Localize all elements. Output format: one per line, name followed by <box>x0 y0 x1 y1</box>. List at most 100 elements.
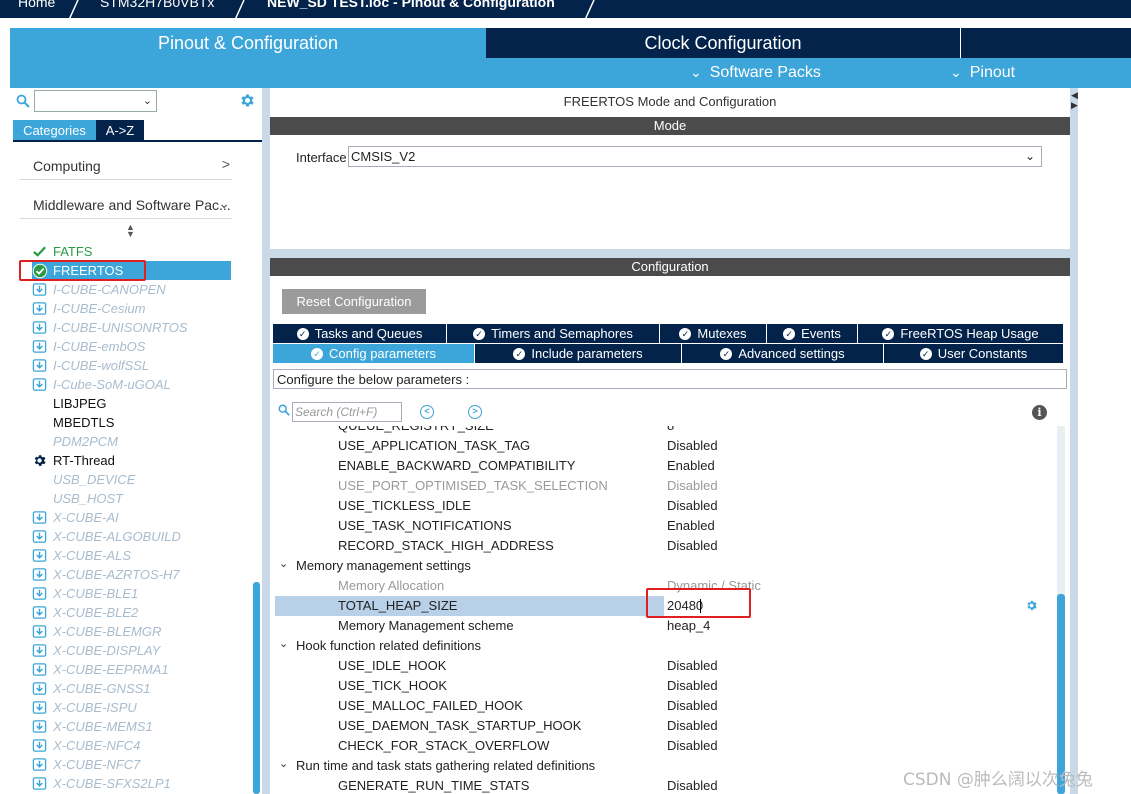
list-item[interactable]: X-CUBE-AI <box>32 508 232 527</box>
list-item[interactable]: I-CUBE-embOS <box>32 337 232 356</box>
config-tab[interactable]: ✓ Events <box>767 324 858 343</box>
search-combo[interactable]: ⌄ <box>34 90 157 112</box>
download-icon <box>32 320 48 336</box>
parameter-scrollbar[interactable] <box>1057 426 1065 794</box>
list-item[interactable]: I-Cube-SoM-uGOAL <box>32 375 232 394</box>
gear-icon[interactable] <box>239 92 256 109</box>
panel-divider[interactable] <box>262 88 270 794</box>
config-tab[interactable]: ✓ FreeRTOS Heap Usage <box>858 324 1064 343</box>
config-tab-label: Advanced settings <box>738 346 845 361</box>
list-item[interactable]: X-CUBE-NFC4 <box>32 736 232 755</box>
list-item[interactable]: I-CUBE-wolfSSL <box>32 356 232 375</box>
pinout-menu[interactable]: ⌄ Pinout <box>950 64 1015 82</box>
reset-configuration-button[interactable]: Reset Configuration <box>282 289 426 314</box>
list-item[interactable]: I-CUBE-UNISONRTOS <box>32 318 232 337</box>
list-item[interactable]: X-CUBE-ALS <box>32 546 232 565</box>
param-row[interactable]: ENABLE_BACKWARD_COMPATIBILITY Enabled <box>275 456 1055 476</box>
tab-categories[interactable]: Categories <box>13 120 96 140</box>
list-item[interactable]: X-CUBE-ALGOBUILD <box>32 527 232 546</box>
config-tab[interactable]: ✓ Mutexes <box>660 324 767 343</box>
mode-header: Mode <box>270 117 1070 135</box>
section-divider[interactable] <box>270 249 1070 258</box>
config-tab[interactable]: ✓ Include parameters <box>475 344 682 363</box>
list-item[interactable]: X-CUBE-EEPRMA1 <box>32 660 232 679</box>
list-item[interactable]: X-CUBE-SFXS2LP1 <box>32 774 232 793</box>
param-row[interactable]: USE_TASK_NOTIFICATIONS Enabled <box>275 516 1055 536</box>
list-item[interactable]: USB_HOST <box>32 489 232 508</box>
list-item[interactable]: X-CUBE-NFC7 <box>32 755 232 774</box>
chevron-down-icon: ⌄ <box>950 64 962 80</box>
mode-configuration-panel: FREERTOS Mode and Configuration Mode Int… <box>270 88 1070 794</box>
breadcrumb-device[interactable]: STM32H7B0VBTx <box>100 0 214 10</box>
list-item[interactable]: MBEDTLS <box>32 413 232 432</box>
param-row[interactable]: USE_IDLE_HOOK Disabled <box>275 656 1055 676</box>
list-item[interactable]: X-CUBE-AZRTOS-H7 <box>32 565 232 584</box>
category-computing[interactable]: Computing > <box>20 150 232 180</box>
list-item[interactable]: X-CUBE-BLE1 <box>32 584 232 603</box>
download-icon <box>32 377 48 393</box>
param-value: Disabled <box>667 718 718 733</box>
param-row[interactable]: USE_APPLICATION_TASK_TAG Disabled <box>275 436 1055 456</box>
chevron-down-icon[interactable]: ⌄ <box>279 637 288 650</box>
config-tab[interactable]: ✓ User Constants <box>884 344 1064 363</box>
param-row[interactable]: CHECK_FOR_STACK_OVERFLOW Disabled <box>275 736 1055 756</box>
list-item[interactable]: I-CUBE-Cesium <box>32 299 232 318</box>
param-group[interactable]: ⌄ Memory management settings <box>275 556 1055 576</box>
param-search-input[interactable]: Search (Ctrl+F) <box>292 402 402 422</box>
param-row[interactable]: RECORD_STACK_HIGH_ADDRESS Disabled <box>275 536 1055 556</box>
param-row[interactable]: Memory Management scheme heap_4 <box>275 616 1055 636</box>
chevron-down-icon[interactable]: ⌄ <box>279 557 288 570</box>
list-item[interactable]: X-CUBE-BLE2 <box>32 603 232 622</box>
list-item[interactable]: X-CUBE-BLEMGR <box>32 622 232 641</box>
scrollbar-thumb[interactable] <box>1057 594 1065 794</box>
tab-underline <box>13 140 262 142</box>
tab-a-to-z[interactable]: A->Z <box>96 120 144 140</box>
param-row[interactable]: QUEUE_REGISTRY_SIZE 8 <box>275 426 1055 436</box>
tab-pinout-configuration[interactable]: Pinout & Configuration <box>10 28 486 58</box>
list-item[interactable]: X-CUBE-DISPLAY <box>32 641 232 660</box>
interface-select[interactable]: CMSIS_V2 ⌄ <box>348 146 1042 167</box>
list-item[interactable]: PDM2PCM <box>32 432 232 451</box>
gear-icon[interactable] <box>1025 599 1038 612</box>
config-tab[interactable]: ✓ Tasks and Queues <box>273 324 447 343</box>
param-row[interactable]: TOTAL_HEAP_SIZE 20480 <box>275 588 1055 618</box>
software-packs-menu[interactable]: ⌄ Software Packs <box>690 64 821 82</box>
list-item-label: PDM2PCM <box>53 434 119 449</box>
outer-divider[interactable]: ◀ ▶ <box>1070 88 1078 794</box>
list-item[interactable]: X-CUBE-MEMS1 <box>32 717 232 736</box>
sort-arrows-icon[interactable]: ▲ ▼ <box>126 223 135 239</box>
tab-next[interactable] <box>961 28 1131 58</box>
tab-clock-configuration[interactable]: Clock Configuration <box>486 28 960 58</box>
annotation-highlight-heap-size <box>646 588 751 618</box>
list-item[interactable]: I-CUBE-CANOPEN <box>32 280 232 299</box>
param-value: Enabled <box>667 458 715 473</box>
list-item[interactable]: RT-Thread <box>32 451 232 470</box>
config-tab[interactable]: ✓ Advanced settings <box>682 344 884 363</box>
collapse-arrows-icon[interactable]: ◀ ▶ <box>1071 90 1078 110</box>
param-row[interactable]: USE_MALLOC_FAILED_HOOK Disabled <box>275 696 1055 716</box>
config-tab-active[interactable]: ✓ Config parameters <box>273 344 475 363</box>
category-middleware[interactable]: Middleware and Software Pac... ⌄ <box>20 189 232 219</box>
param-row[interactable]: USE_DAEMON_TASK_STARTUP_HOOK Disabled <box>275 716 1055 736</box>
info-icon[interactable]: i <box>1032 405 1047 420</box>
param-row[interactable]: USE_PORT_OPTIMISED_TASK_SELECTION Disable… <box>275 476 1055 496</box>
search-next-icon[interactable]: > <box>468 405 482 419</box>
list-item[interactable]: FATFS <box>32 242 232 261</box>
param-row[interactable]: USE_TICK_HOOK Disabled <box>275 676 1055 696</box>
sidebar-scrollbar[interactable] <box>253 582 260 794</box>
config-tab[interactable]: ✓ Timers and Semaphores <box>447 324 660 343</box>
chevron-down-icon[interactable]: ⌄ <box>279 757 288 770</box>
param-row[interactable]: USE_TICKLESS_IDLE Disabled <box>275 496 1055 516</box>
param-value: Disabled <box>667 778 718 793</box>
list-item[interactable]: X-CUBE-GNSS1 <box>32 679 232 698</box>
check-circle-icon: ✓ <box>720 347 733 360</box>
list-item[interactable]: USB_DEVICE <box>32 470 232 489</box>
breadcrumb-home[interactable]: Home <box>18 0 55 10</box>
list-item[interactable]: X-CUBE-ISPU <box>32 698 232 717</box>
list-item[interactable]: LIBJPEG <box>32 394 232 413</box>
search-previous-icon[interactable]: < <box>420 405 434 419</box>
param-value: Disabled <box>667 658 718 673</box>
breadcrumb-project[interactable]: NEW_SD TEST.ioc - Pinout & Configuration <box>267 0 555 10</box>
param-group[interactable]: ⌄ Hook function related definitions <box>275 636 1055 656</box>
list-item-label: X-CUBE-GNSS1 <box>53 681 151 696</box>
